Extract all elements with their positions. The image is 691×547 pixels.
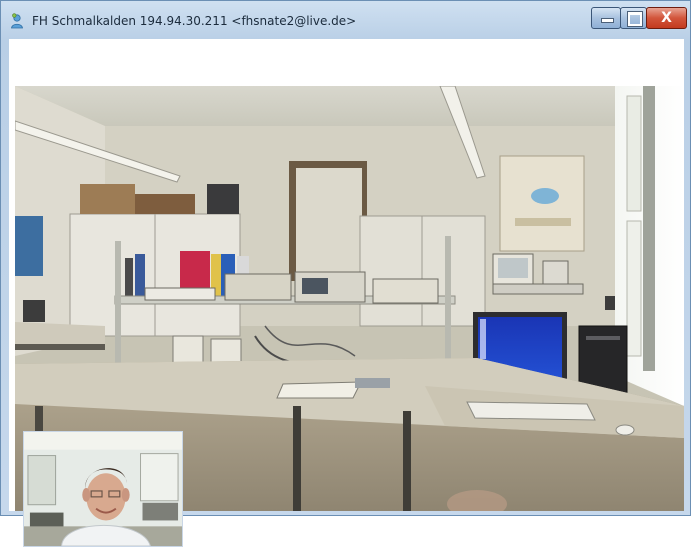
video-call-window: FH Schmalkalden 194.94.30.211 <fhsnate2@…: [0, 0, 691, 547]
minimize-button[interactable]: [591, 7, 621, 29]
window-title: FH Schmalkalden 194.94.30.211 <fhsnate2@…: [32, 14, 357, 28]
maximize-button[interactable]: [620, 7, 647, 29]
self-view-video[interactable]: [23, 431, 183, 547]
minimize-icon: [601, 18, 614, 23]
title-bar[interactable]: FH Schmalkalden 194.94.30.211 <fhsnate2@…: [1, 1, 690, 39]
close-button[interactable]: X: [646, 7, 687, 29]
client-area: [9, 39, 684, 547]
user-icon: [11, 13, 23, 29]
close-icon: X: [661, 10, 672, 26]
maximize-icon: [627, 11, 643, 27]
